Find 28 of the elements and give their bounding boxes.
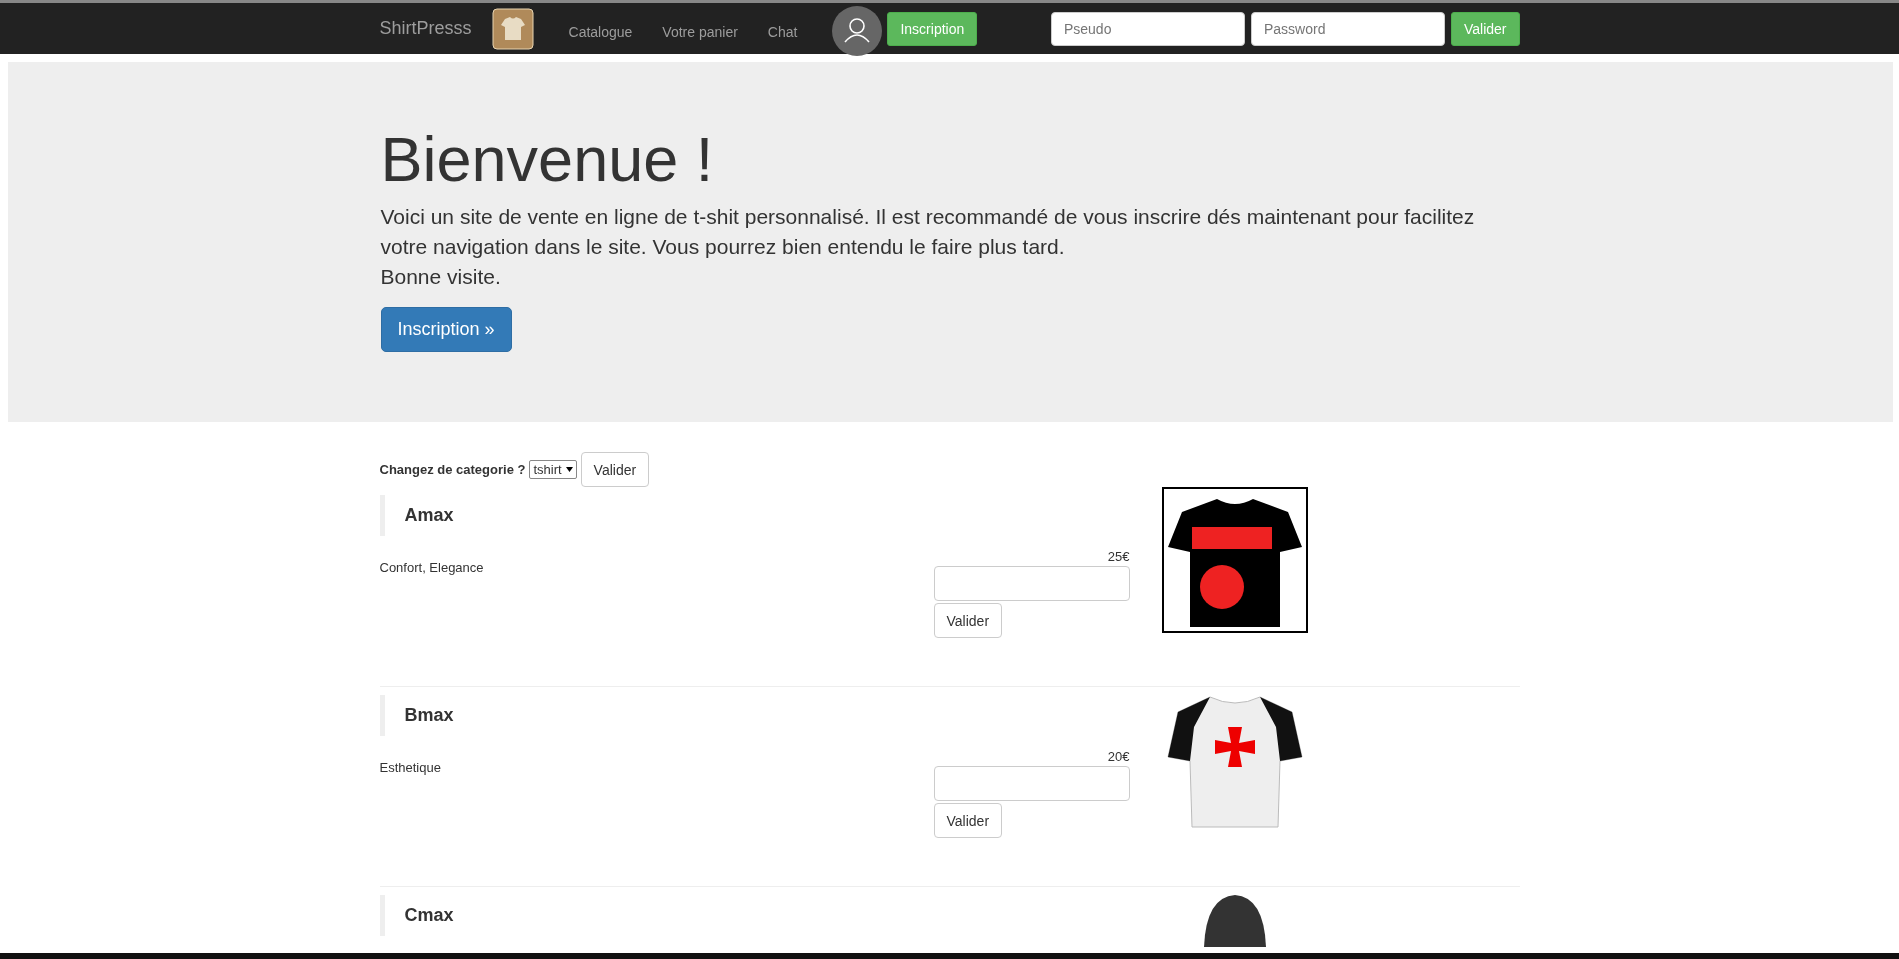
nav-link[interactable]: Catalogue xyxy=(568,17,633,40)
quantity-field[interactable] xyxy=(933,766,1130,801)
category-select[interactable]: tshirt xyxy=(529,460,577,479)
caret-icon xyxy=(565,467,573,472)
product-price: 20€ xyxy=(1107,749,1130,764)
signup-button[interactable]: Inscription » xyxy=(380,307,512,353)
product-name: Amax xyxy=(379,495,934,536)
scrollbar[interactable] xyxy=(0,953,1899,959)
product-description: Confort, Elegance xyxy=(379,560,485,575)
pseudo-field[interactable]: Pseudo xyxy=(1050,11,1245,46)
product-price: 25€ xyxy=(1107,549,1130,564)
category-submit-button[interactable]: Valider xyxy=(580,452,650,487)
quantity-field[interactable] xyxy=(933,566,1130,601)
add-button[interactable]: Valider xyxy=(933,603,1003,638)
nav-link[interactable]: Votre panier xyxy=(662,17,738,40)
add-button[interactable]: Valider xyxy=(933,803,1003,838)
nav-link[interactable]: Chat xyxy=(767,17,798,40)
welcome-text: Voici un site de vente en ligne de t-shit personnalisé. Il est recommandé de vous inscrire dés maintenant pour facilitez votre navigation dans le site. Vous pourrez bien entendu le faire plus tard. xyxy=(380,204,1476,261)
product-description: Esthetique xyxy=(379,760,442,775)
tshirt-logo-icon[interactable] xyxy=(491,7,534,50)
password-field[interactable]: Password xyxy=(1250,11,1445,46)
brand-name[interactable]: ShirtPresss xyxy=(379,18,472,39)
product-name: Bmax xyxy=(379,695,934,736)
category-label: Changez de categorie ? xyxy=(379,462,526,477)
user-avatar-icon[interactable] xyxy=(832,5,883,56)
welcome-text: Bonne visite. xyxy=(380,264,502,291)
welcome-title: Bienvenue ! xyxy=(380,125,715,195)
product-name: Cmax xyxy=(379,895,934,936)
